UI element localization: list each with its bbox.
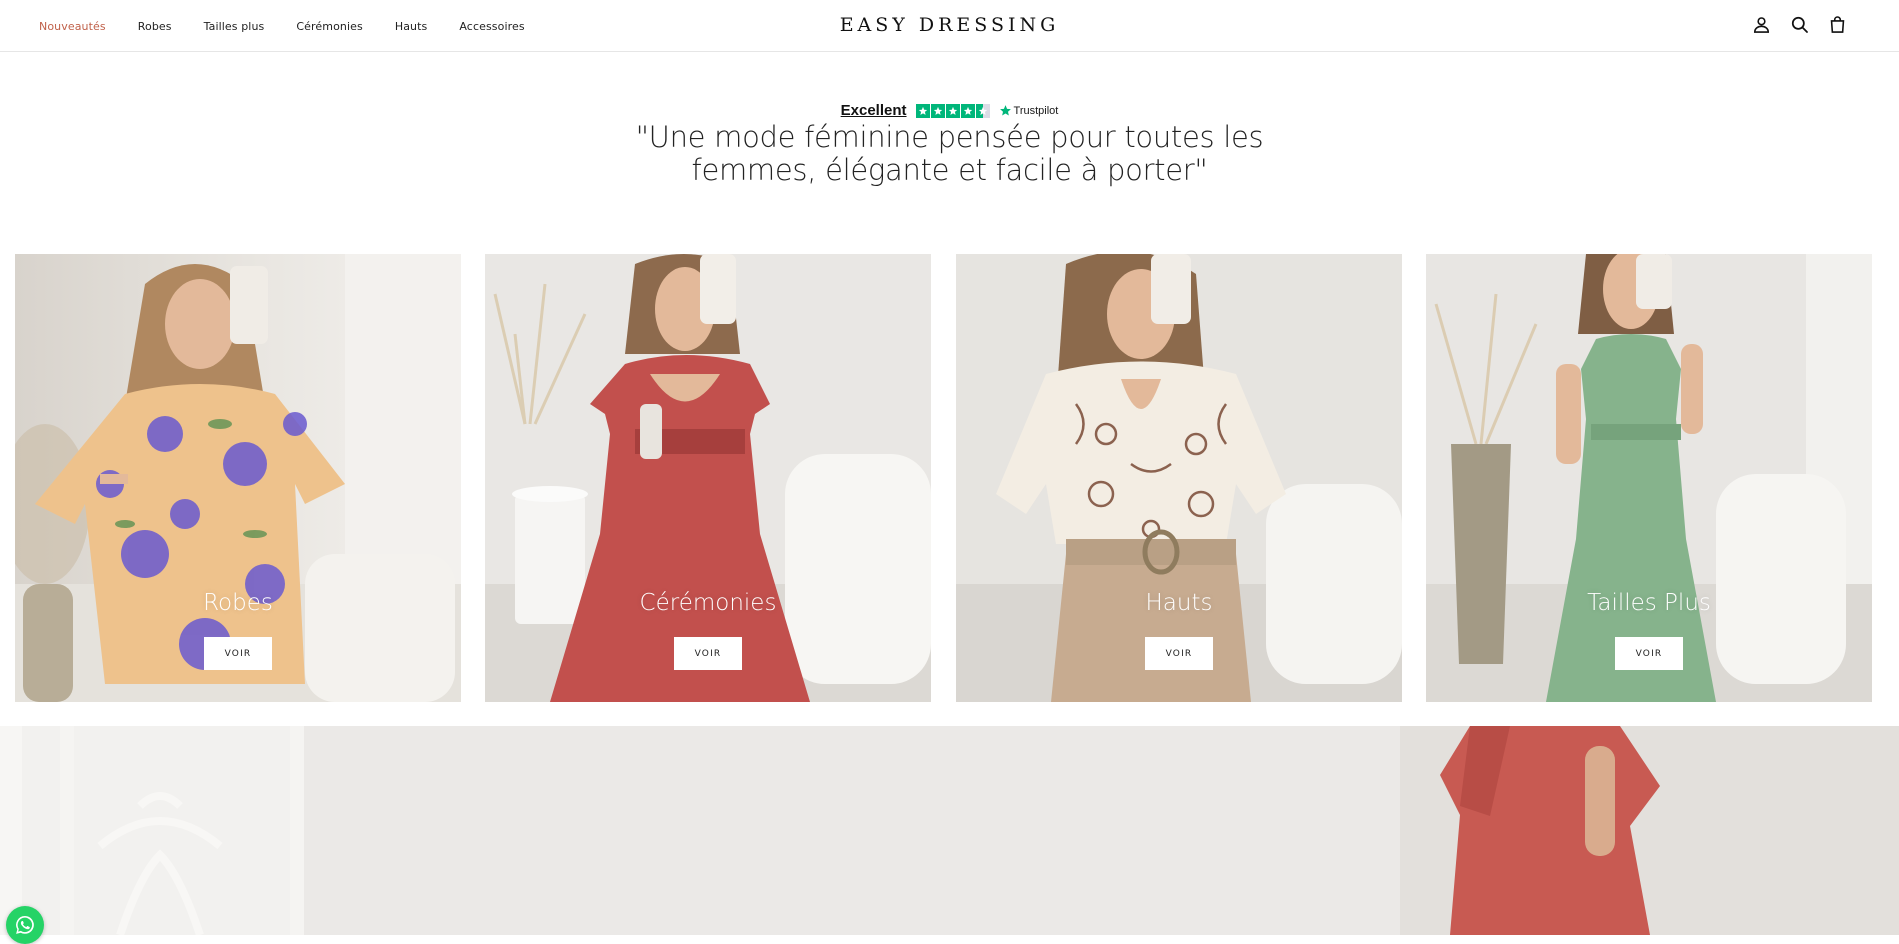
trustpilot-brand-label: Trustpilot	[1013, 104, 1059, 117]
nav-item-accessoires[interactable]: Accessoires	[459, 20, 524, 33]
voir-button[interactable]: VOIR	[204, 637, 272, 670]
category-card-tailles-plus[interactable]: Tailles Plus VOIR	[1426, 254, 1872, 702]
star-icon	[930, 103, 945, 118]
floral-dress-photo	[15, 254, 461, 702]
category-card-hauts[interactable]: Hauts VOIR	[956, 254, 1402, 702]
embroidered-blouse-photo	[956, 254, 1402, 702]
category-title: Hauts	[1145, 590, 1213, 616]
trustpilot-widget[interactable]: Excellent Trustpilot	[0, 102, 1899, 119]
header-icons	[1751, 13, 1847, 35]
brand-tagline: "Une mode féminine pensée pour toutes le…	[0, 121, 1899, 187]
trustpilot-stars	[915, 103, 990, 118]
trustpilot-brand: Trustpilot	[999, 104, 1059, 117]
category-title: Cérémonies	[639, 590, 777, 616]
nav-item-ceremonies[interactable]: Cérémonies	[296, 20, 362, 33]
category-title: Tailles Plus	[1587, 590, 1711, 616]
tagline-line-1: "Une mode féminine pensée pour toutes le…	[635, 120, 1264, 154]
category-title: Robes	[203, 590, 273, 616]
green-dress-photo	[1426, 254, 1872, 702]
main-nav: Nouveautés Robes Tailles plus Cérémonies…	[39, 0, 557, 52]
star-icon	[945, 103, 960, 118]
cart-icon[interactable]	[1827, 13, 1847, 35]
hero-photo	[0, 726, 1899, 935]
site-logo[interactable]: EASY DRESSING	[840, 14, 1060, 36]
star-icon	[915, 103, 930, 118]
nav-item-tailles-plus[interactable]: Tailles plus	[204, 20, 265, 33]
category-card-ceremonies[interactable]: Cérémonies VOIR	[485, 254, 931, 702]
voir-button[interactable]: VOIR	[674, 637, 742, 670]
whatsapp-button[interactable]	[6, 906, 44, 944]
nav-item-hauts[interactable]: Hauts	[395, 20, 428, 33]
category-grid: Robes VOIR Cérémonies VOIR Hauts VOIR Ta…	[15, 254, 1873, 702]
voir-button[interactable]: VOIR	[1615, 637, 1683, 670]
category-card-robes[interactable]: Robes VOIR	[15, 254, 461, 702]
voir-button[interactable]: VOIR	[1145, 637, 1213, 670]
trustpilot-star-icon	[999, 105, 1011, 116]
nav-item-robes[interactable]: Robes	[138, 20, 172, 33]
half-star-icon	[975, 103, 990, 118]
nav-item-nouveautes[interactable]: Nouveautés	[39, 20, 106, 33]
trustpilot-rating-label: Excellent	[840, 102, 907, 119]
star-icon	[960, 103, 975, 118]
search-icon[interactable]	[1789, 13, 1809, 35]
hero-banner	[0, 726, 1899, 935]
site-header: Nouveautés Robes Tailles plus Cérémonies…	[0, 0, 1899, 52]
red-dress-photo	[485, 254, 931, 702]
tagline-line-2: femmes, élégante et facile à porter"	[691, 153, 1208, 187]
whatsapp-icon	[16, 916, 34, 934]
account-icon[interactable]	[1751, 13, 1771, 35]
